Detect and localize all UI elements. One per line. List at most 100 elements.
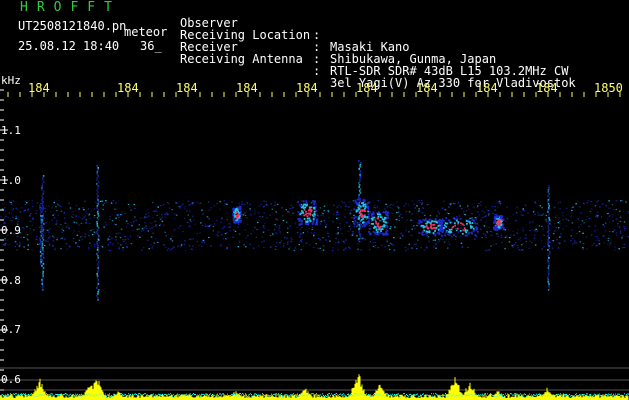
noise-speck	[521, 227, 524, 229]
noise-speck	[322, 249, 325, 251]
noise-speck	[46, 238, 49, 240]
meteor-echo-pixel	[372, 211, 375, 214]
noise-speck	[541, 248, 543, 250]
noise-speck	[208, 209, 211, 211]
noise-speck	[198, 244, 200, 247]
noise-floor-pixel	[427, 394, 428, 396]
noise-speck	[476, 206, 478, 208]
meteor-streak-pixel	[41, 279, 43, 281]
noise-speck	[239, 204, 241, 206]
noise-floor-pixel	[46, 393, 47, 394]
noise-speck	[120, 244, 122, 246]
noise-speck	[541, 225, 543, 228]
noise-speck	[104, 221, 106, 223]
noise-speck	[62, 230, 65, 232]
noise-floor-pixel	[599, 393, 600, 395]
meteor-echo-pixel	[429, 222, 432, 224]
noise-floor-pixel	[55, 393, 56, 395]
image-filename-suffix: meteor	[124, 25, 168, 39]
meteor-echo-pixel	[450, 228, 453, 231]
noise-speck	[117, 232, 119, 234]
noise-speck	[377, 247, 379, 249]
noise-speck	[253, 209, 256, 211]
noise-speck	[485, 215, 487, 217]
meteor-streak-pixel	[42, 275, 44, 277]
noise-speck	[273, 229, 276, 231]
noise-floor-pixel	[250, 393, 251, 395]
noise-speck	[429, 215, 432, 217]
noise-speck	[84, 200, 86, 202]
noise-speck	[420, 247, 422, 249]
noise-floor-pixel	[2, 394, 3, 396]
noise-speck	[275, 211, 277, 213]
noise-speck	[414, 228, 416, 230]
noise-speck	[428, 240, 430, 242]
meteor-streak-pixel	[41, 203, 44, 205]
noise-speck	[10, 201, 12, 204]
noise-speck	[397, 211, 400, 213]
noise-floor-pixel	[260, 394, 261, 396]
noise-speck	[497, 235, 500, 238]
noise-speck	[566, 207, 568, 209]
meteor-echo-pixel	[377, 217, 379, 220]
noise-speck	[48, 237, 50, 239]
noise-floor-pixel	[268, 394, 269, 396]
noise-speck	[603, 242, 605, 244]
meteor-echo-pixel	[305, 210, 307, 213]
noise-speck	[516, 232, 518, 234]
meteor-streak-pixel	[96, 231, 98, 233]
noise-floor-pixel	[249, 394, 250, 396]
noise-speck	[157, 242, 160, 244]
noise-speck	[384, 246, 386, 248]
meteor-streak-pixel	[547, 189, 550, 191]
noise-floor-pixel	[202, 393, 203, 395]
noise-speck	[147, 239, 149, 241]
noise-floor-pixel	[627, 393, 628, 395]
noise-floor-pixel	[480, 394, 481, 396]
meteor-streak-pixel	[41, 197, 44, 199]
noise-speck	[504, 248, 506, 250]
meteor-streak-pixel	[97, 297, 99, 299]
meteor-echo-pixel	[311, 214, 314, 217]
noise-floor-pixel	[426, 394, 427, 396]
noise-speck	[202, 213, 204, 215]
noise-floor-pixel	[534, 394, 535, 396]
noise-speck	[608, 200, 610, 202]
noise-floor-pixel	[227, 393, 228, 395]
noise-speck	[622, 235, 624, 237]
noise-floor-pixel	[158, 393, 159, 395]
meteor-streak-pixel	[42, 247, 44, 249]
meteor-streak-pixel	[359, 236, 362, 238]
noise-speck	[217, 231, 219, 233]
noise-speck	[455, 228, 457, 230]
meteor-echo-pixel	[440, 234, 443, 237]
noise-floor-pixel	[134, 393, 135, 395]
noise-speck	[307, 231, 309, 233]
meteor-echo-pixel	[438, 223, 441, 225]
noise-speck	[224, 203, 227, 205]
noise-speck	[185, 210, 188, 212]
noise-floor-pixel	[408, 395, 409, 397]
noise-speck	[483, 233, 485, 235]
noise-floor-pixel	[512, 394, 513, 396]
meteor-streak-pixel	[97, 237, 100, 239]
noise-speck	[448, 206, 450, 208]
noise-speck	[501, 242, 503, 244]
meteor-echo-pixel	[448, 229, 451, 231]
noise-speck	[119, 237, 122, 239]
noise-speck	[155, 224, 157, 226]
noise-speck	[579, 241, 581, 243]
noise-speck	[127, 223, 129, 225]
noise-speck	[615, 234, 618, 236]
noise-speck	[479, 228, 482, 230]
noise-speck	[538, 225, 541, 227]
meteor-streak-pixel	[358, 196, 360, 198]
noise-speck	[488, 215, 490, 217]
noise-speck	[12, 215, 14, 217]
noise-speck	[565, 225, 567, 227]
noise-speck	[47, 205, 50, 207]
noise-speck	[229, 230, 231, 232]
meteor-echo-pixel	[356, 209, 359, 212]
noise-floor-pixel	[277, 394, 278, 396]
noise-speck	[54, 248, 56, 250]
